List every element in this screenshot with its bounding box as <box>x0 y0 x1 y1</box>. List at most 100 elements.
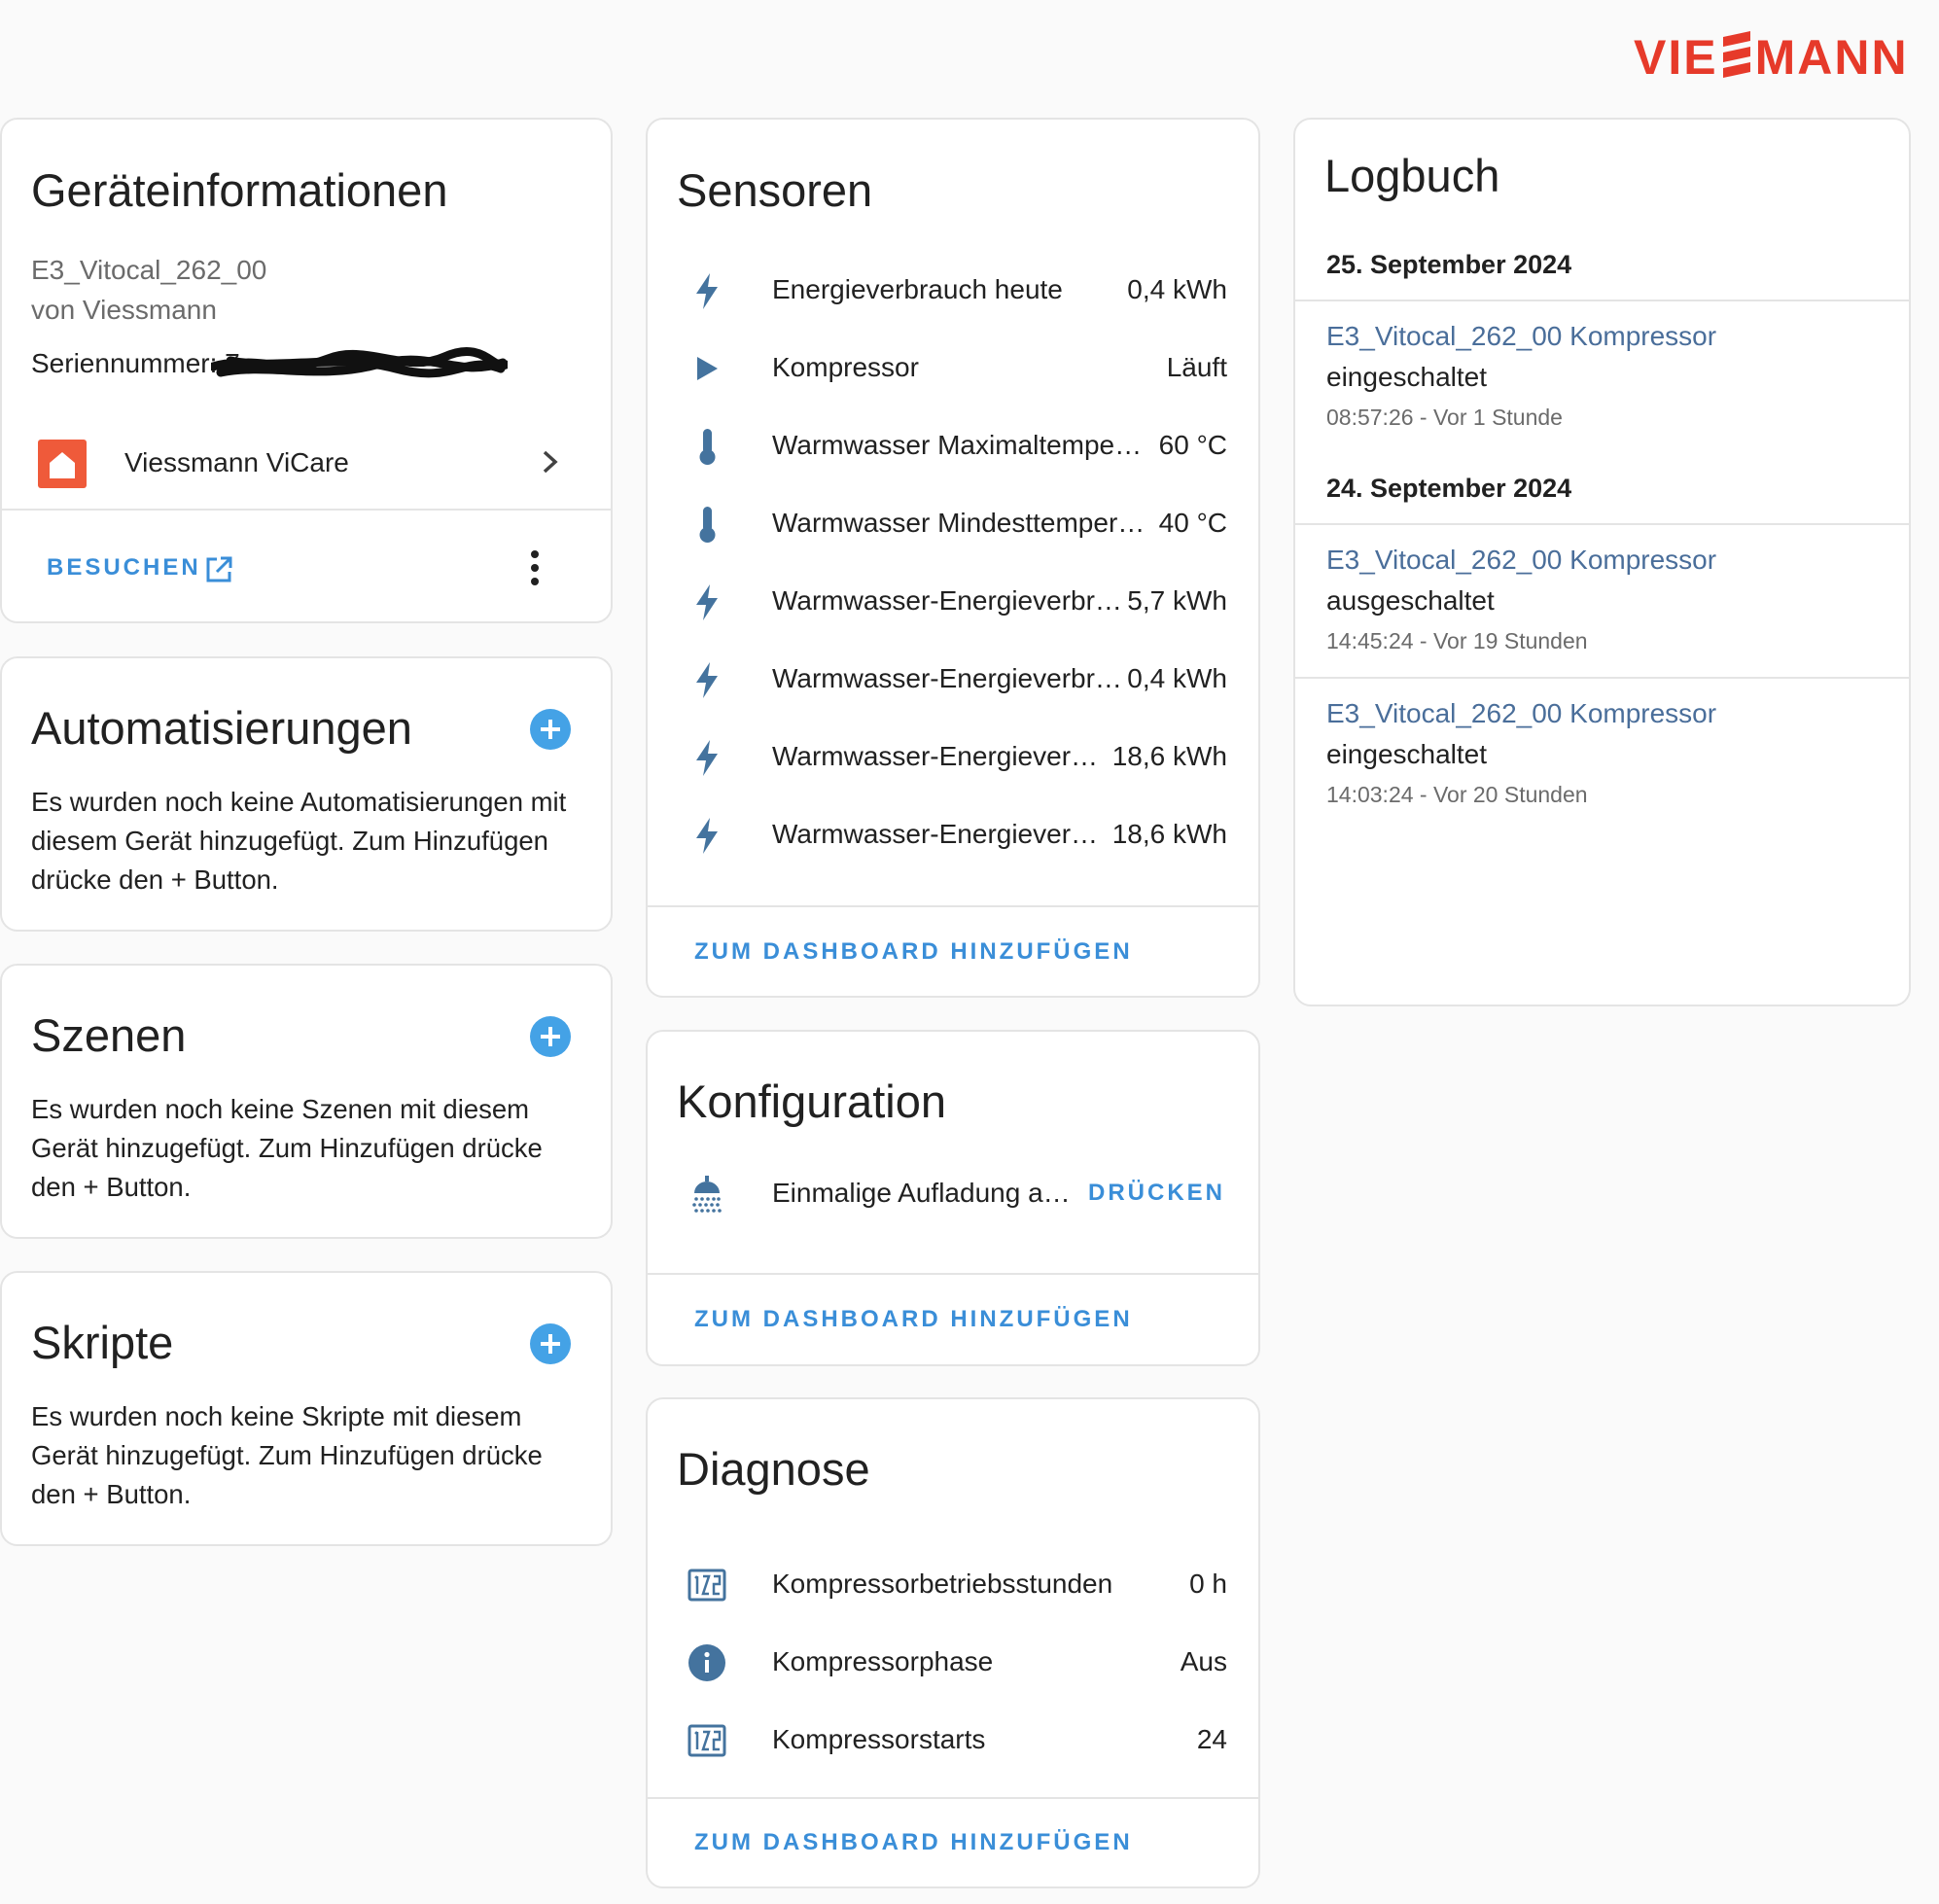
log-message: eingeschaltet <box>1326 739 1488 769</box>
sensor-row[interactable]: Warmwasser-Energiever… 18,6 kWh <box>648 805 1258 864</box>
sensor-label: Warmwasser-Energiever… <box>772 741 1099 771</box>
sensor-label: Kompressor <box>772 352 919 382</box>
add-scene-button[interactable] <box>530 1016 571 1057</box>
sensor-label: Warmwasser-Energiever… <box>772 819 1099 849</box>
sensor-row[interactable]: Warmwasser-Energieverbr… 5,7 kWh <box>648 572 1258 630</box>
log-time[interactable]: 14:45:24 - Vor 19 Stunden <box>1326 628 1588 654</box>
log-entity-link[interactable]: E3_Vitocal_262_00 Kompressor <box>1326 545 1716 576</box>
visit-button[interactable]: BESUCHEN <box>47 554 201 582</box>
thermometer-icon <box>699 507 716 543</box>
scripts-title: Skripte <box>31 1317 174 1368</box>
overflow-menu-icon[interactable] <box>525 548 545 587</box>
plus-icon <box>541 1334 560 1354</box>
automations-card: Automatisierungen Es wurden noch keine A… <box>0 656 613 932</box>
divider <box>1295 677 1909 679</box>
diagnostic-row[interactable]: Kompressorbetriebsstunden 0 h <box>648 1555 1258 1613</box>
log-message: eingeschaltet <box>1326 362 1488 392</box>
logo-s-mark-icon <box>1720 27 1753 88</box>
log-time[interactable]: 14:03:24 - Vor 20 Stunden <box>1326 782 1588 808</box>
press-button[interactable]: DRÜCKEN <box>1088 1180 1225 1207</box>
device-info-title: Geräteinformationen <box>31 164 448 216</box>
diagnostic-row[interactable]: Kompressorstarts 24 <box>648 1710 1258 1769</box>
diagnostic-label: Kompressorbetriebsstunden <box>772 1569 1113 1599</box>
logo-text-right: MANN <box>1754 30 1909 85</box>
scenes-empty-text: Es wurden noch keine Szenen mit diesem G… <box>31 1094 543 1202</box>
chevron-right-icon <box>543 450 558 474</box>
sensor-value: 18,6 kWh <box>1111 819 1227 849</box>
lightning-bolt-icon <box>696 818 718 854</box>
sensor-row[interactable]: Warmwasser-Energieverbr… 0,4 kWh <box>648 650 1258 708</box>
sensor-value: 40 °C <box>1158 508 1227 538</box>
sensors-card: Sensoren Energieverbrauch heute 0,4 kWh … <box>646 118 1260 998</box>
automations-title: Automatisierungen <box>31 702 412 754</box>
diagnostics-card: Diagnose Kompressorbetriebsstunden 0 h K… <box>646 1397 1260 1888</box>
sensor-label: Warmwasser Maximaltempe… <box>772 430 1143 460</box>
scenes-title: Szenen <box>31 1009 187 1061</box>
device-model: E3_Vitocal_262_00 <box>31 255 267 285</box>
diagnostics-add-to-dashboard-button[interactable]: ZUM DASHBOARD HINZUFÜGEN <box>694 1829 1133 1856</box>
sensor-value: Läuft <box>1166 352 1227 382</box>
diagnostics-title: Diagnose <box>677 1443 870 1495</box>
diagnostic-value: 0 h <box>1189 1569 1227 1599</box>
lightning-bolt-icon <box>696 740 718 776</box>
sensor-value: 0,4 kWh <box>1127 274 1227 304</box>
logbook-card: Logbuch 25. September 2024 E3_Vitocal_26… <box>1293 118 1911 1006</box>
configuration-label: Einmalige Aufladung a… <box>772 1178 1071 1208</box>
log-entity-link[interactable]: E3_Vitocal_262_00 Kompressor <box>1326 698 1716 729</box>
configuration-row: Einmalige Aufladung a… DRÜCKEN <box>648 1164 1258 1222</box>
device-manufacturer: von Viessmann <box>31 295 217 325</box>
sensors-add-to-dashboard-button[interactable]: ZUM DASHBOARD HINZUFÜGEN <box>694 938 1133 966</box>
add-script-button[interactable] <box>530 1323 571 1364</box>
automations-empty-text: Es wurden noch keine Automatisierungen m… <box>31 787 567 895</box>
open-in-new-icon[interactable] <box>203 554 234 585</box>
add-automation-button[interactable] <box>530 709 571 750</box>
sensor-value: 5,7 kWh <box>1127 585 1227 616</box>
integration-row[interactable]: Viessmann ViCare <box>2 428 611 498</box>
sensors-title: Sensoren <box>677 164 873 216</box>
log-date-header: 25. September 2024 <box>1326 250 1572 279</box>
divider <box>2 509 611 511</box>
scripts-card: Skripte Es wurden noch keine Skripte mit… <box>0 1271 613 1546</box>
divider <box>648 905 1258 907</box>
sensor-label: Energieverbrauch heute <box>772 274 1063 304</box>
configuration-card: Konfiguration Einmalige Aufladung a… DRÜ… <box>646 1030 1260 1366</box>
sensor-row[interactable]: Warmwasser-Energiever… 18,6 kWh <box>648 727 1258 786</box>
numeric-icon <box>687 1569 726 1602</box>
sensor-value: 60 °C <box>1158 430 1227 460</box>
diagnostic-value: Aus <box>1180 1646 1227 1676</box>
integration-label: Viessmann ViCare <box>124 447 349 477</box>
divider <box>1295 300 1909 301</box>
log-entity-link[interactable]: E3_Vitocal_262_00 Kompressor <box>1326 321 1716 352</box>
diagnostic-label: Kompressorstarts <box>772 1724 986 1754</box>
lightning-bolt-icon <box>696 584 718 620</box>
play-icon <box>697 357 718 380</box>
sensor-row[interactable]: Energieverbrauch heute 0,4 kWh <box>648 261 1258 319</box>
log-date-header: 24. September 2024 <box>1326 474 1572 503</box>
lightning-bolt-icon <box>696 662 718 698</box>
plus-icon <box>541 1027 560 1046</box>
shower-icon <box>692 1176 722 1213</box>
vicare-home-icon <box>38 440 87 488</box>
sensor-label: Warmwasser Mindesttemper… <box>772 508 1146 538</box>
sensor-row[interactable]: Warmwasser Maximaltempe… 60 °C <box>648 416 1258 475</box>
lightning-bolt-icon <box>696 273 718 309</box>
divider <box>648 1273 1258 1275</box>
log-time[interactable]: 08:57:26 - Vor 1 Stunde <box>1326 405 1563 431</box>
info-icon <box>688 1644 725 1681</box>
diagnostic-label: Kompressorphase <box>772 1646 994 1676</box>
divider <box>1295 523 1909 525</box>
divider <box>648 1797 1258 1799</box>
scenes-card: Szenen Es wurden noch keine Szenen mit d… <box>0 964 613 1239</box>
serial-redaction-scribble <box>211 347 508 378</box>
plus-icon <box>541 720 560 739</box>
sensor-row[interactable]: Warmwasser Mindesttemper… 40 °C <box>648 494 1258 552</box>
sensor-row[interactable]: Kompressor Läuft <box>648 338 1258 397</box>
sensor-value: 18,6 kWh <box>1111 741 1227 771</box>
diagnostic-value: 24 <box>1196 1724 1227 1754</box>
logo-text-left: VIE <box>1634 30 1718 85</box>
logbook-title: Logbuch <box>1324 150 1500 201</box>
configuration-add-to-dashboard-button[interactable]: ZUM DASHBOARD HINZUFÜGEN <box>694 1306 1133 1333</box>
diagnostic-row[interactable]: Kompressorphase Aus <box>648 1633 1258 1691</box>
viessmann-logo: VIE MANN <box>1634 23 1909 91</box>
scripts-empty-text: Es wurden noch keine Skripte mit diesem … <box>31 1401 543 1509</box>
